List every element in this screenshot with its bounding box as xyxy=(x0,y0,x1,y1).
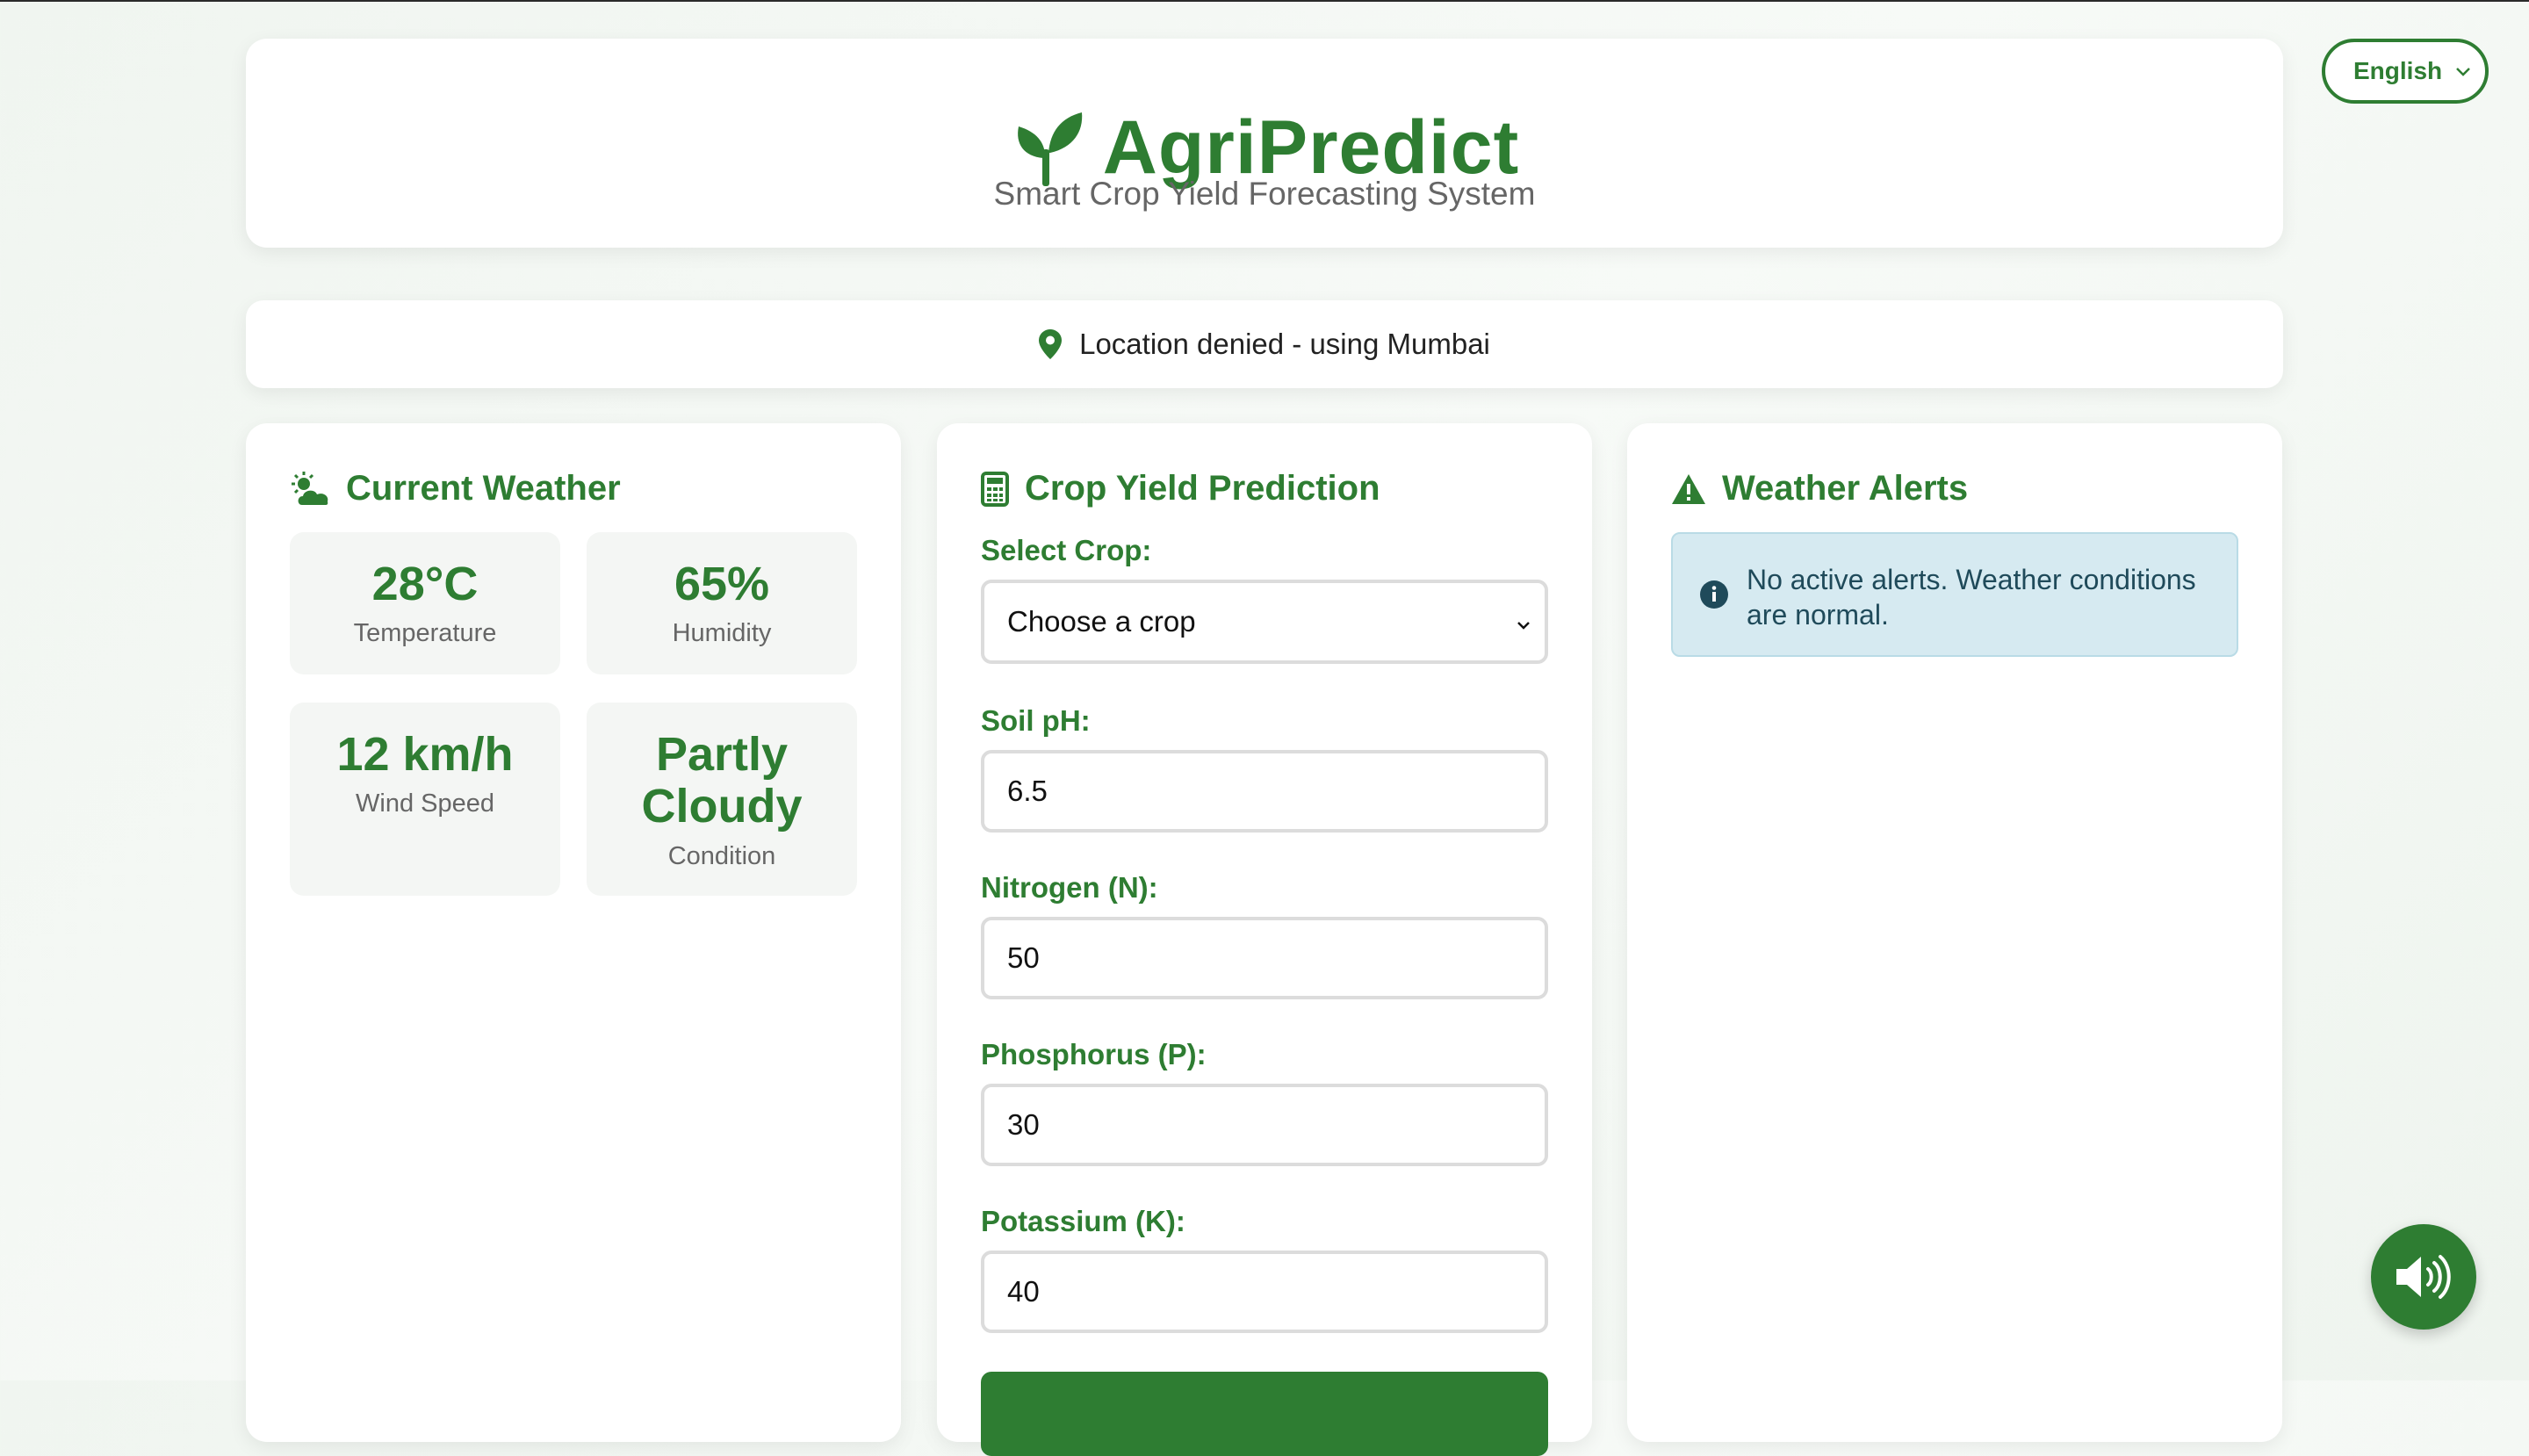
wind-speed-label: Wind Speed xyxy=(356,789,494,818)
alert-message-box: No active alerts. Weather conditions are… xyxy=(1671,532,2238,657)
weather-alerts-panel: Weather Alerts No active alerts. Weather… xyxy=(1627,423,2282,1442)
current-weather-title: Current Weather xyxy=(346,469,621,508)
crop-yield-heading: Crop Yield Prediction xyxy=(981,469,1380,508)
language-select-value: English xyxy=(2353,57,2443,84)
predict-button[interactable] xyxy=(981,1372,1548,1456)
app-title: AgriPredict xyxy=(1102,105,1520,190)
chevron-down-icon xyxy=(2456,68,2470,76)
wind-speed-value: 12 km/h xyxy=(336,728,514,781)
condition-tile: Partly Cloudy Condition xyxy=(587,703,857,896)
phosphorus-label: Phosphorus (P): xyxy=(981,1038,1207,1070)
nitrogen-value: 50 xyxy=(1007,941,1040,974)
cloud-sun-icon xyxy=(292,471,328,505)
phosphorus-value: 30 xyxy=(1007,1108,1040,1141)
weather-alerts-title: Weather Alerts xyxy=(1722,469,1969,508)
potassium-label: Potassium (K): xyxy=(981,1205,1185,1237)
brand: AgriPredict xyxy=(246,109,2283,186)
humidity-label: Humidity xyxy=(672,619,772,648)
nitrogen-input[interactable]: 50 xyxy=(981,917,1548,999)
crop-select-value: Choose a crop xyxy=(1007,605,1196,638)
temperature-value: 28°C xyxy=(371,558,479,610)
temperature-label: Temperature xyxy=(353,619,497,648)
warning-icon xyxy=(1672,473,1705,504)
speaker-icon xyxy=(2396,1255,2451,1299)
header-card: AgriPredict Smart Crop Yield Forecasting… xyxy=(246,39,2283,248)
humidity-value: 65% xyxy=(674,558,770,610)
phosphorus-input[interactable]: 30 xyxy=(981,1084,1548,1166)
soil-ph-value: 6.5 xyxy=(1007,775,1048,807)
language-select[interactable]: English xyxy=(2322,39,2489,104)
nitrogen-label: Nitrogen (N): xyxy=(981,871,1158,904)
temperature-tile: 28°C Temperature xyxy=(290,532,560,674)
app-subtitle: Smart Crop Yield Forecasting System xyxy=(993,176,1536,212)
soil-ph-input[interactable]: 6.5 xyxy=(981,750,1548,833)
chevron-down-icon xyxy=(1517,622,1530,630)
alert-message: No active alerts. Weather conditions are… xyxy=(1747,564,2196,631)
current-weather-panel: Current Weather 28°C Temperature 65% Hum… xyxy=(246,423,901,1442)
humidity-tile: 65% Humidity xyxy=(587,532,857,674)
location-status: Location denied - using Mumbai xyxy=(1079,328,1490,360)
info-icon xyxy=(1700,580,1728,609)
current-weather-heading: Current Weather xyxy=(290,469,621,508)
crop-yield-panel: Crop Yield Prediction Select Crop: Choos… xyxy=(937,423,1592,1456)
map-pin-icon xyxy=(1039,329,1063,359)
seedling-icon xyxy=(1017,112,1082,186)
crop-select[interactable]: Choose a crop xyxy=(981,580,1548,664)
wind-speed-tile: 12 km/h Wind Speed xyxy=(290,703,560,896)
crop-yield-title: Crop Yield Prediction xyxy=(1025,469,1380,508)
audio-button[interactable] xyxy=(2371,1224,2476,1330)
soil-ph-label: Soil pH: xyxy=(981,704,1091,737)
potassium-input[interactable]: 40 xyxy=(981,1251,1548,1333)
potassium-value: 40 xyxy=(1007,1275,1040,1308)
crop-select-label: Select Crop: xyxy=(981,534,1152,566)
weather-alerts-heading: Weather Alerts xyxy=(1671,469,1968,508)
condition-label: Condition xyxy=(667,841,776,870)
condition-value: Partly Cloudy xyxy=(641,728,803,833)
location-bar: Location denied - using Mumbai xyxy=(246,300,2283,388)
calculator-icon xyxy=(981,471,1009,507)
